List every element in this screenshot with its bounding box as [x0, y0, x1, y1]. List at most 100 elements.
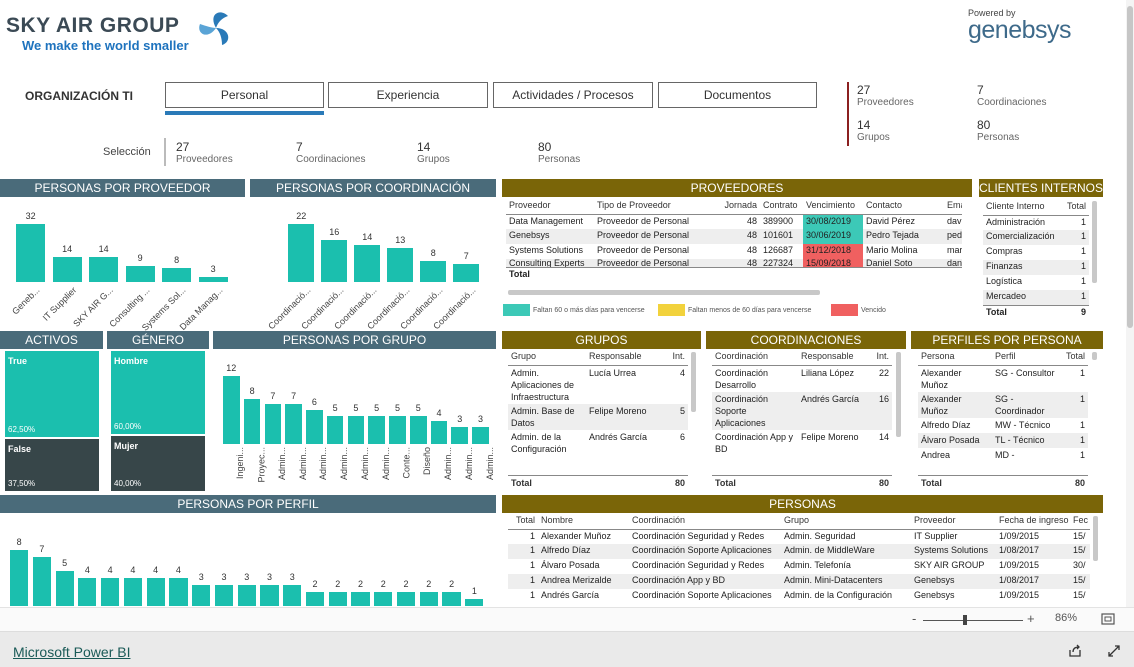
col-header[interactable]: Persona	[918, 350, 992, 366]
table-row[interactable]: Admin. Base de Datos Felipe Moreno 5	[508, 403, 688, 430]
table-row[interactable]: Administración 1	[983, 215, 1089, 230]
chart-bar[interactable]	[451, 427, 469, 444]
vertical-scrollbar[interactable]	[691, 352, 696, 412]
col-header[interactable]: Ema	[944, 199, 962, 215]
clientes-table[interactable]: Cliente Interno Total Administración 1 Com…	[983, 200, 1089, 320]
chart-bar[interactable]	[52, 256, 82, 282]
power-bi-link[interactable]: Microsoft Power BI	[13, 644, 130, 660]
chart-bar[interactable]	[409, 415, 427, 444]
table-row[interactable]: 1 Andrea Merizalde Coordinación App y BD Ad…	[508, 574, 1090, 589]
chart-bar[interactable]	[243, 398, 261, 444]
table-row[interactable]: Data Management Proveedor de Personal 48 38…	[506, 214, 962, 229]
table-row[interactable]: Consulting Experts Proveedor de Personal 4…	[506, 259, 962, 268]
chart-bar[interactable]	[419, 592, 438, 606]
chart-bar[interactable]	[387, 247, 414, 282]
col-header[interactable]: Responsable	[798, 350, 870, 366]
col-header[interactable]: Grupo	[508, 350, 586, 366]
col-header[interactable]: Nombre	[538, 514, 629, 530]
col-header[interactable]: Proveedor	[506, 199, 594, 215]
table-row[interactable]: Andrea MD - 1	[918, 448, 1088, 463]
chart-bar[interactable]	[125, 265, 155, 282]
chart-bar[interactable]	[430, 421, 448, 444]
chart-bar[interactable]	[396, 592, 416, 606]
tab-documentos[interactable]: Documentos	[658, 82, 817, 108]
grupos-table[interactable]: Grupo Responsable Int. Admin. Aplicaciones…	[508, 350, 688, 456]
zoom-in-button[interactable]: +	[1027, 611, 1035, 626]
chart-bar[interactable]	[328, 592, 347, 606]
table-row[interactable]: 1 Alfredo Díaz Coordinación Soporte Aplica…	[508, 544, 1090, 559]
chart-bar[interactable]	[223, 376, 240, 444]
proveedores-table[interactable]: Proveedor Tipo de Proveedor Jornada Contrat…	[506, 199, 962, 283]
chart-bar[interactable]	[321, 239, 348, 282]
fullscreen-icon[interactable]	[1107, 644, 1121, 658]
chart-bar[interactable]	[347, 415, 365, 444]
chart-bar[interactable]	[10, 550, 29, 606]
chart-bar[interactable]	[389, 415, 406, 444]
vertical-scrollbar[interactable]	[1093, 516, 1098, 561]
col-header[interactable]: Fec	[1070, 514, 1090, 530]
col-header[interactable]: Proveedor	[911, 514, 996, 530]
col-header[interactable]: Grupo	[781, 514, 911, 530]
tab-actividades[interactable]: Actividades / Procesos	[493, 82, 653, 108]
chart-personas-proveedor[interactable]: 32 Geneb... 14 IT Supplier 14 SKY AIR G... 9 Co…	[0, 198, 245, 333]
chart-bar[interactable]	[285, 404, 302, 444]
table-row[interactable]: Admin. de la Configuración Andrés García 6	[508, 430, 688, 456]
col-header[interactable]: Perfil	[992, 350, 1058, 366]
table-row[interactable]: Álvaro Posada TL - Técnico 1	[918, 432, 1088, 448]
chart-bar[interactable]	[89, 256, 119, 282]
col-header[interactable]: Responsable	[586, 350, 666, 366]
col-header[interactable]: Int.	[870, 350, 892, 366]
share-icon[interactable]	[1068, 644, 1082, 658]
chart-bar[interactable]	[354, 245, 381, 282]
table-row[interactable]: Coordinación Soporte Aplicaciones Andrés …	[712, 391, 892, 430]
table-row[interactable]: Coordinación Desarrollo Liliana López 22	[712, 365, 892, 392]
chart-bar[interactable]	[283, 585, 302, 606]
chart-bar[interactable]	[306, 410, 323, 444]
vertical-scrollbar[interactable]	[896, 352, 901, 437]
chart-bar[interactable]	[326, 415, 344, 444]
coordinaciones-table[interactable]: Coordinación Responsable Int. Coordinación…	[712, 350, 892, 456]
table-row[interactable]: 1 Andrés García Coordinación Soporte Aplic…	[508, 589, 1090, 604]
vertical-scrollbar[interactable]	[1092, 201, 1097, 283]
col-header[interactable]: Coordinación	[712, 350, 798, 366]
chart-bar[interactable]	[472, 427, 489, 444]
chart-bar[interactable]	[453, 263, 480, 282]
table-row[interactable]: 1 Álvaro Posada Coordinación Seguridad y R…	[508, 559, 1090, 574]
chart-bar[interactable]	[260, 585, 279, 606]
col-header[interactable]: Fecha de ingreso	[996, 514, 1070, 530]
chart-bar[interactable]	[78, 578, 97, 606]
col-header[interactable]: Contrato	[760, 199, 803, 215]
chart-bar[interactable]	[101, 578, 120, 606]
fit-page-icon[interactable]	[1101, 613, 1115, 625]
chart-bar[interactable]	[169, 578, 188, 606]
vertical-scrollbar[interactable]	[1092, 352, 1097, 360]
table-row[interactable]: Comercialización 1	[983, 230, 1089, 245]
col-header[interactable]: Coordinación	[629, 514, 781, 530]
col-header[interactable]: Cliente Interno	[983, 200, 1061, 216]
tab-personal[interactable]: Personal	[165, 82, 324, 108]
chart-personas-grupo[interactable]: 12 Ingeni... 8 Proyec... 7 Admin... 7 Admin... 6…	[213, 350, 496, 492]
col-header[interactable]: Total	[1061, 200, 1089, 216]
chart-bar[interactable]	[237, 585, 256, 606]
col-header[interactable]: Jornada	[714, 199, 760, 215]
chart-bar[interactable]	[374, 592, 393, 606]
perfiles-table[interactable]: Persona Perfil Total Alexander Muñoz SG - C…	[918, 350, 1088, 463]
table-row[interactable]: Compras 1	[983, 245, 1089, 260]
table-row[interactable]: Admin. Aplicaciones de Infraestructura Lu…	[508, 365, 688, 404]
chart-bar[interactable]	[442, 592, 461, 606]
chart-bar[interactable]	[351, 592, 370, 606]
chart-bar[interactable]	[192, 585, 211, 606]
chart-bar[interactable]	[305, 592, 325, 606]
table-row[interactable]: Finanzas 1	[983, 260, 1089, 275]
table-row[interactable]: Systems Solutions Proveedor de Personal 48…	[506, 244, 962, 259]
table-row[interactable]: Genebsys Proveedor de Personal 48 101601 30/…	[506, 229, 962, 244]
table-row[interactable]: Alfredo Díaz MW - Técnico 1	[918, 418, 1088, 433]
table-row[interactable]: Coordinación App y BD Felipe Moreno 14	[712, 430, 892, 456]
treemap-mujer[interactable]: Mujer 40,00%	[111, 436, 205, 491]
col-header[interactable]: Total	[508, 514, 538, 530]
treemap-true[interactable]: True 62,50%	[5, 351, 99, 437]
treemap-activos[interactable]: True 62,50% False 37,50%	[5, 351, 99, 491]
chart-bar[interactable]	[368, 415, 385, 444]
table-row[interactable]: 1 Alexander Muñoz Coordinación Seguridad y…	[508, 529, 1090, 544]
chart-bar[interactable]	[162, 267, 192, 282]
